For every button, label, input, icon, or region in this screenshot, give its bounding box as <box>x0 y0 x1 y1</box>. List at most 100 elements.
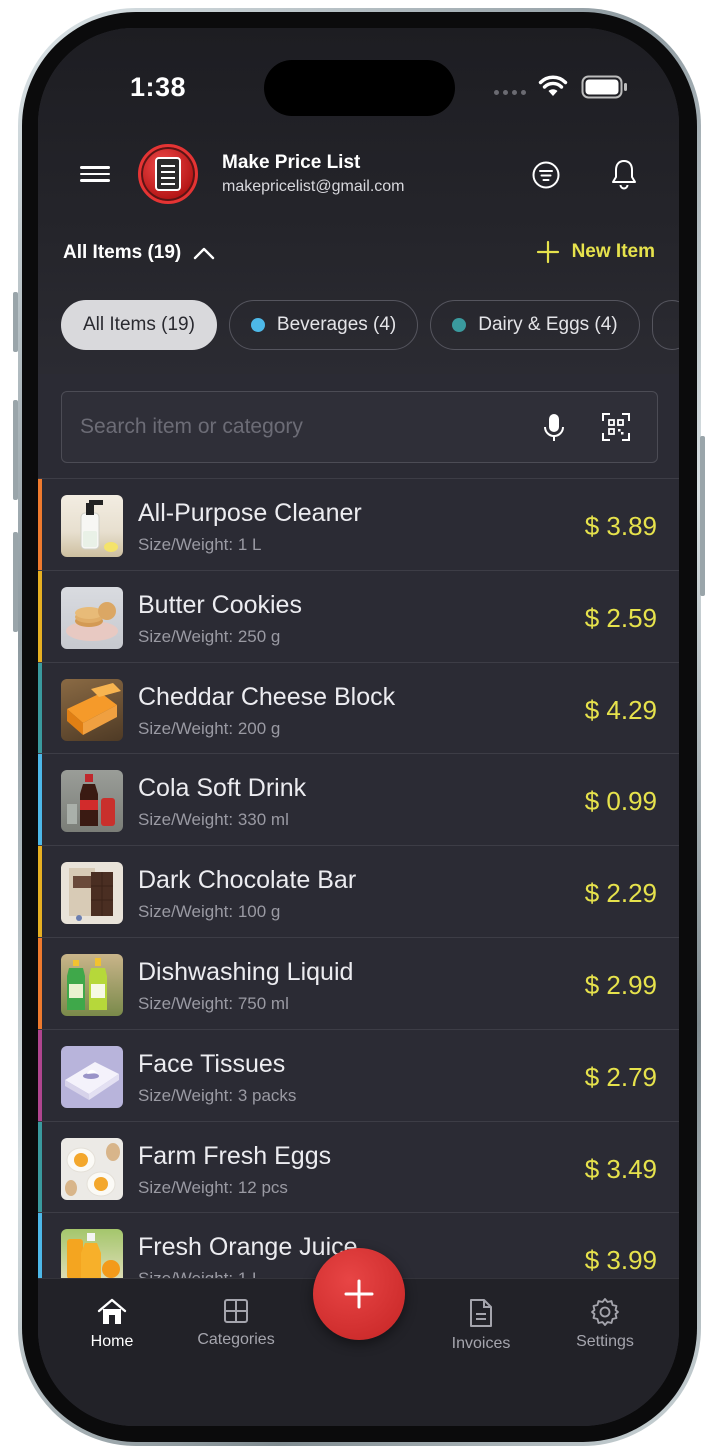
plus-icon <box>536 240 559 264</box>
list-selector-label: All Items (19) <box>63 242 182 263</box>
app-name: Make Price List <box>222 152 361 173</box>
category-accent <box>38 479 42 570</box>
item-name: Fresh Orange Juice <box>138 1233 358 1262</box>
volume-down-button <box>13 532 18 632</box>
account-email: makepricelist@gmail.com <box>222 178 405 195</box>
notification-bell-icon[interactable] <box>610 158 638 190</box>
gear-icon <box>591 1298 619 1326</box>
chip-label: All Items (19) <box>83 314 195 335</box>
volume-up-button <box>13 400 18 500</box>
item-thumbnail <box>61 1137 123 1200</box>
battery-icon <box>581 75 627 99</box>
item-price: $ 3.99 <box>584 1245 657 1276</box>
item-name: All-Purpose Cleaner <box>138 499 362 527</box>
new-item-button[interactable]: New Item <box>536 240 655 264</box>
microphone-icon[interactable] <box>542 412 566 444</box>
list-item[interactable]: Face Tissues Size/Weight: 3 packs $ 2.79 <box>38 1028 679 1121</box>
nav-invoices-label: Invoices <box>451 1335 511 1352</box>
item-thumbnail <box>61 1045 123 1108</box>
list-item[interactable]: All-Purpose Cleaner Size/Weight: 1 L $ 3… <box>38 478 679 570</box>
category-color-dot <box>250 318 265 332</box>
item-price: $ 3.49 <box>584 1153 657 1184</box>
list-item[interactable]: Dark Chocolate Bar Size/Weight: 100 g $ … <box>38 845 679 937</box>
category-accent <box>38 1029 42 1121</box>
nav-home[interactable]: Home <box>67 1297 157 1351</box>
item-list: All-Purpose Cleaner Size/Weight: 1 L $ 3… <box>38 478 679 1305</box>
item-name: Farm Fresh Eggs <box>138 1141 332 1170</box>
nav-settings-label: Settings <box>576 1333 634 1350</box>
menu-icon[interactable] <box>80 162 110 188</box>
item-size: Size/Weight: 330 ml <box>138 810 289 830</box>
item-price: $ 4.29 <box>584 694 657 725</box>
search-input[interactable] <box>80 410 510 444</box>
list-item[interactable]: Farm Fresh Eggs Size/Weight: 12 pcs $ 3.… <box>38 1120 679 1213</box>
category-accent <box>38 754 42 846</box>
nav-settings[interactable]: Settings <box>560 1297 650 1351</box>
item-thumbnail <box>61 862 123 925</box>
item-name: Face Tissues <box>138 1049 286 1078</box>
chip-dairy-eggs[interactable]: Dairy & Eggs (4) <box>430 300 640 350</box>
item-size: Size/Weight: 200 g <box>138 718 281 738</box>
nav-categories-label: Categories <box>197 1331 275 1348</box>
list-item[interactable]: Dishwashing Liquid Size/Weight: 750 ml $… <box>38 936 679 1029</box>
signal-icon <box>494 90 526 95</box>
status-time: 1:38 <box>130 72 187 102</box>
invoice-document-icon <box>470 1299 492 1327</box>
item-price: $ 2.99 <box>584 969 657 1000</box>
list-item[interactable]: Cola Soft Drink Size/Weight: 330 ml $ 0.… <box>38 753 679 846</box>
filter-icon[interactable] <box>531 160 561 190</box>
item-price: $ 2.79 <box>584 1061 657 1092</box>
item-size: Size/Weight: 3 packs <box>138 1085 297 1105</box>
item-name: Cola Soft Drink <box>138 774 307 803</box>
item-price: $ 2.59 <box>584 602 657 633</box>
item-size: Size/Weight: 750 ml <box>138 993 289 1013</box>
nav-invoices[interactable]: Invoices <box>436 1297 526 1353</box>
dynamic-island <box>264 60 455 116</box>
category-accent <box>38 937 42 1029</box>
item-thumbnail <box>61 495 123 557</box>
item-thumbnail <box>61 953 123 1016</box>
chip-next-partial[interactable] <box>651 300 679 350</box>
search-area <box>38 374 679 478</box>
item-price: $ 2.29 <box>584 878 657 909</box>
category-accent <box>38 1121 42 1213</box>
list-item[interactable]: Butter Cookies Size/Weight: 250 g $ 2.59 <box>38 569 679 662</box>
item-name: Dark Chocolate Bar <box>138 866 357 895</box>
plus-icon <box>344 1279 374 1309</box>
nav-categories[interactable]: Categories <box>191 1297 281 1349</box>
item-price: $ 0.99 <box>584 786 657 817</box>
barcode-scan-icon[interactable] <box>601 412 631 442</box>
category-accent <box>38 846 42 937</box>
add-item-fab[interactable] <box>313 1248 405 1340</box>
list-selector[interactable]: All Items (19) <box>63 242 215 264</box>
app-logo <box>138 144 198 204</box>
item-name: Cheddar Cheese Block <box>138 682 396 711</box>
item-name: Dishwashing Liquid <box>138 957 354 986</box>
categories-grid-icon <box>224 1299 248 1323</box>
item-thumbnail <box>61 678 123 741</box>
wifi-icon <box>538 75 568 96</box>
item-size: Size/Weight: 1 L <box>138 535 262 554</box>
item-name: Butter Cookies <box>138 590 302 619</box>
category-accent <box>38 662 42 754</box>
item-thumbnail <box>61 770 123 833</box>
chevron-up-icon <box>194 247 215 260</box>
category-color-dot <box>452 318 467 332</box>
chip-all-items[interactable]: All Items (19) <box>61 300 217 350</box>
search-box <box>61 391 658 463</box>
category-accent <box>38 570 42 662</box>
list-item[interactable]: Cheddar Cheese Block Size/Weight: 200 g … <box>38 661 679 754</box>
item-size: Size/Weight: 100 g <box>138 902 281 922</box>
app-screen: 1:38 Make Price List makepricelist@gmail… <box>38 28 679 1426</box>
category-chips: All Items (19) Beverages (4) Dairy & Egg… <box>61 300 679 350</box>
new-item-label: New Item <box>571 241 655 262</box>
action-button <box>13 292 18 352</box>
item-thumbnail <box>61 586 123 649</box>
chip-beverages[interactable]: Beverages (4) <box>228 300 419 350</box>
power-button <box>700 436 705 596</box>
item-size: Size/Weight: 250 g <box>138 626 281 646</box>
item-price: $ 3.89 <box>584 511 657 541</box>
item-size: Size/Weight: 12 pcs <box>138 1177 288 1197</box>
nav-home-label: Home <box>90 1333 134 1350</box>
chip-label: Dairy & Eggs (4) <box>478 314 618 335</box>
